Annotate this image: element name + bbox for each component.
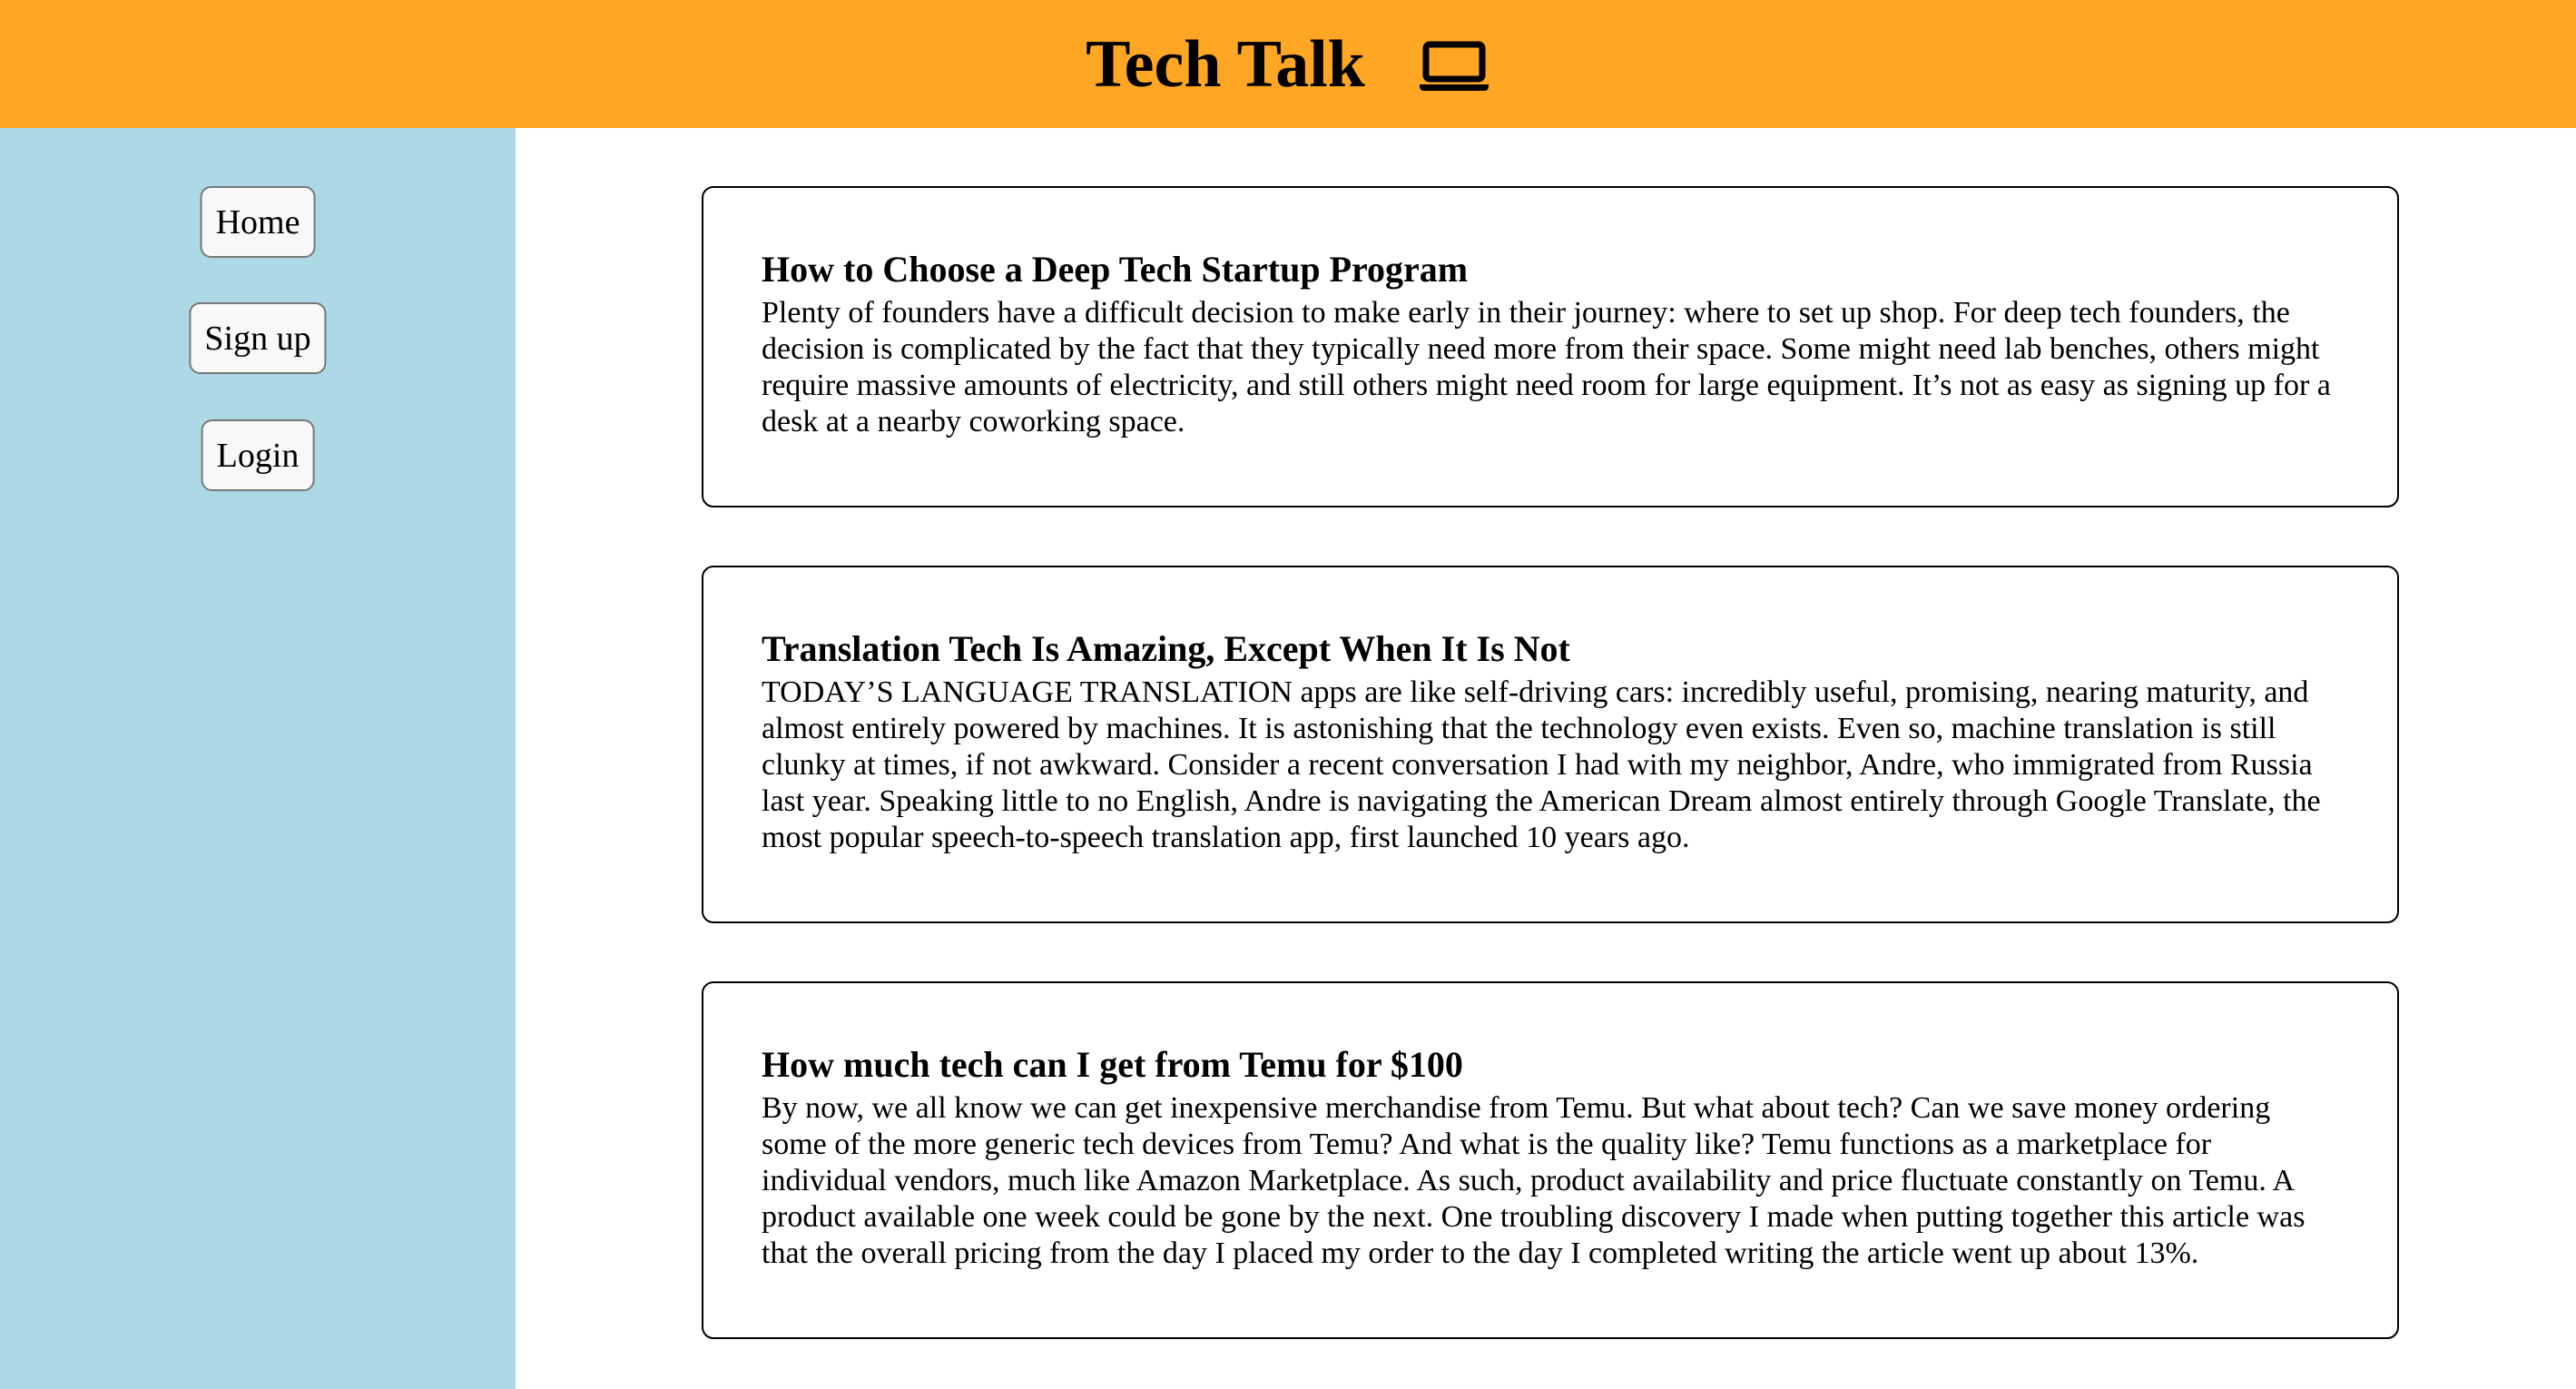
login-button[interactable]: Login [201,419,315,491]
site-title: Tech Talk [1086,26,1365,102]
article-feed: How to Choose a Deep Tech Startup Progra… [516,128,2576,1389]
article-title[interactable]: How to Choose a Deep Tech Startup Progra… [762,248,2339,291]
home-button[interactable]: Home [200,186,316,258]
article-excerpt: TODAY’S LANGUAGE TRANSLATION apps are li… [762,675,2321,854]
sign-up-button[interactable]: Sign up [189,302,327,374]
article-card[interactable]: Translation Tech Is Amazing, Except When… [702,566,2399,923]
article-card[interactable]: How to Choose a Deep Tech Startup Progra… [702,186,2399,507]
article-title[interactable]: How much tech can I get from Temu for $1… [762,1043,2339,1087]
article-title[interactable]: Translation Tech Is Amazing, Except When… [762,627,2339,671]
article-excerpt: Plenty of founders have a difficult deci… [762,296,2331,438]
laptop-icon [1419,41,1489,91]
article-excerpt: By now, we all know we can get inexpensi… [762,1091,2306,1270]
article-card[interactable]: How much tech can I get from Temu for $1… [702,981,2399,1339]
sidebar: Home Sign up Login [0,128,516,1389]
site-header: Tech Talk [0,0,2576,128]
